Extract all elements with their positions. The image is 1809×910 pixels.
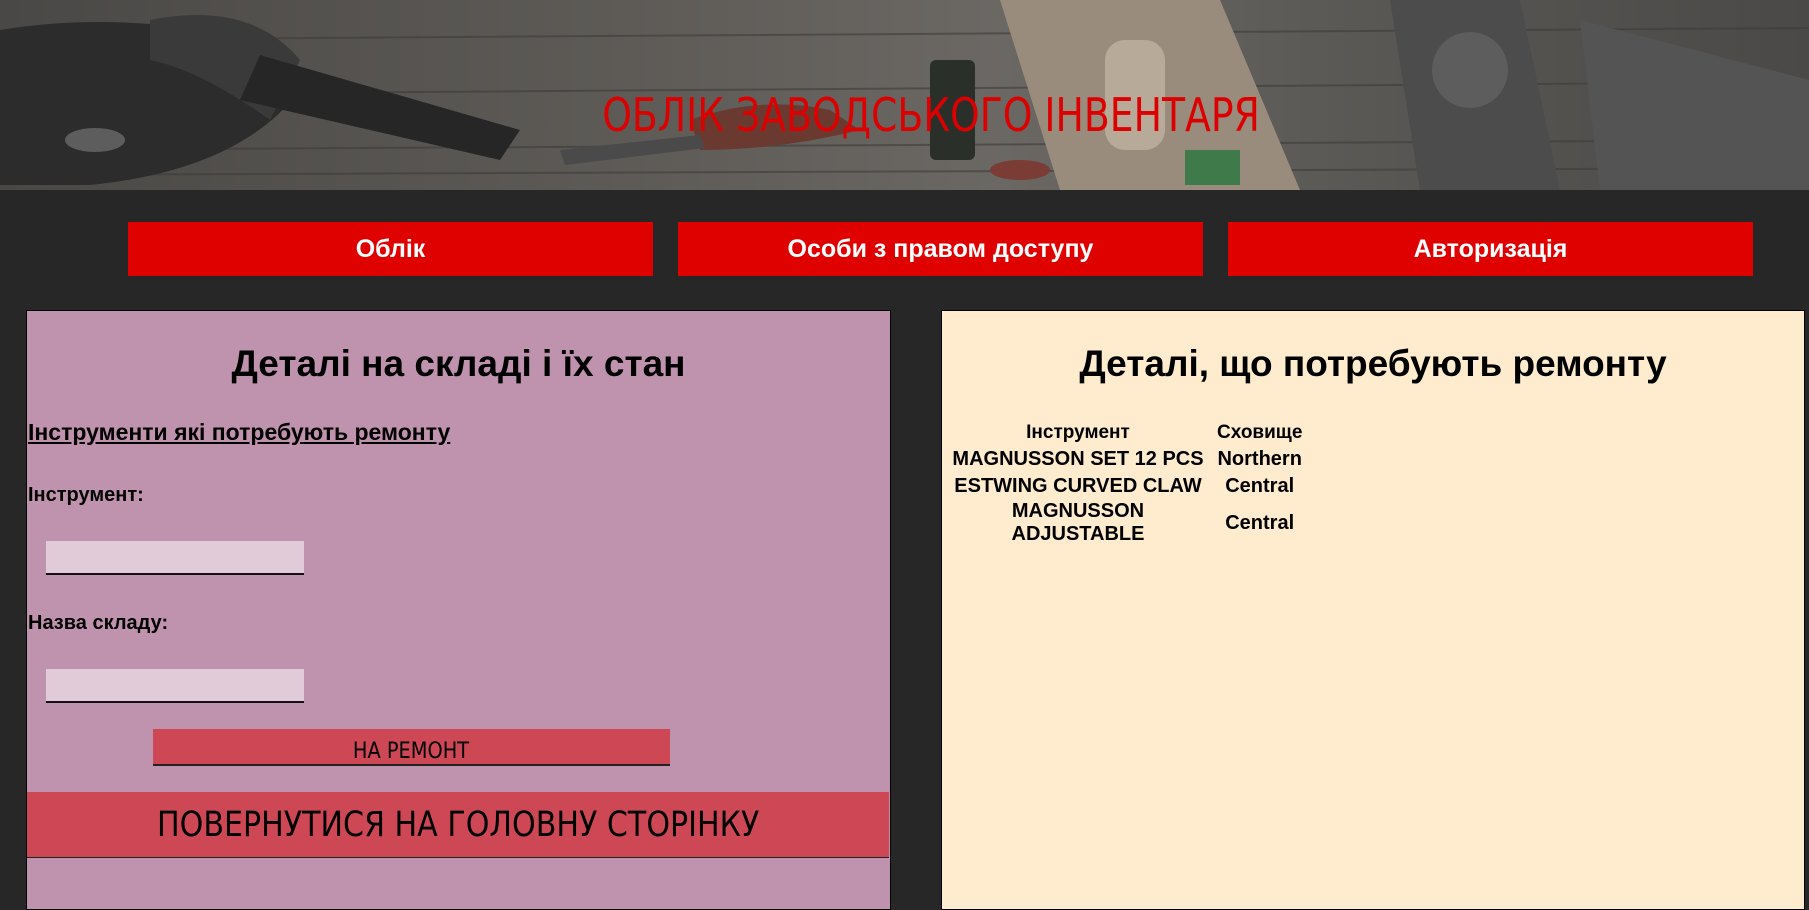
repair-details-panel: Деталі, що потребують ремонту Інструмент…: [941, 310, 1805, 910]
tool-field-label: Інструмент:: [28, 484, 144, 506]
table-cell-storage: Central: [1225, 511, 1295, 534]
tools-needing-repair-link[interactable]: Інструменти які потребують ремонту: [28, 419, 450, 446]
stock-panel-title: Деталі на складі і їх стан: [231, 343, 686, 384]
repair-panel-title: Деталі, що потребують ремонту: [1079, 343, 1667, 384]
column-header-storage: Сховище: [1217, 422, 1303, 443]
header-banner: ОБЛІК ЗАВОДСЬКОГО ІНВЕНТАРЯ: [0, 0, 1809, 190]
table-row: MAGNUSSON SET 12 PCS Northern: [943, 446, 1306, 473]
send-to-repair-label: НА РЕМОНТ: [353, 739, 470, 764]
table-header-row: Інструмент Сховище: [943, 419, 1306, 446]
table-cell-storage: Northern: [1217, 448, 1302, 470]
tool-input[interactable]: [46, 541, 304, 575]
nav-button-authorization[interactable]: Авторизація: [1228, 222, 1753, 276]
table-cell-tool: MAGNUSSON ADJUSTABLE: [1011, 500, 1145, 545]
back-to-home-button[interactable]: ПОВЕРНУТИСЯ НА ГОЛОВНУ СТОРІНКУ: [27, 792, 889, 858]
send-to-repair-button[interactable]: НА РЕМОНТ: [153, 729, 670, 766]
storage-input[interactable]: [46, 669, 304, 703]
repair-table: Інструмент Сховище MAGNUSSON SET 12 PCS …: [943, 419, 1306, 546]
nav-button-accounting[interactable]: Облік: [128, 222, 653, 276]
page-title: ОБЛІК ЗАВОДСЬКОГО ІНВЕНТАРЯ: [602, 88, 1260, 142]
storage-field-label: Назва складу:: [28, 612, 169, 634]
table-cell-storage: Central: [1225, 475, 1295, 497]
table-cell-tool: ESTWING CURVED CLAW: [954, 475, 1202, 497]
table-cell-tool: MAGNUSSON SET 12 PCS: [952, 448, 1204, 470]
back-to-home-label: ПОВЕРНУТИСЯ НА ГОЛОВНУ СТОРІНКУ: [156, 805, 760, 845]
nav-button-access-persons[interactable]: Особи з правом доступу: [678, 222, 1203, 276]
column-header-tool: Інструмент: [1026, 422, 1130, 443]
table-row: ESTWING CURVED CLAW Central: [943, 473, 1306, 500]
table-row: MAGNUSSON ADJUSTABLE Central: [943, 500, 1306, 546]
stock-details-panel: Деталі на складі і їх стан Інструменти я…: [26, 310, 891, 910]
